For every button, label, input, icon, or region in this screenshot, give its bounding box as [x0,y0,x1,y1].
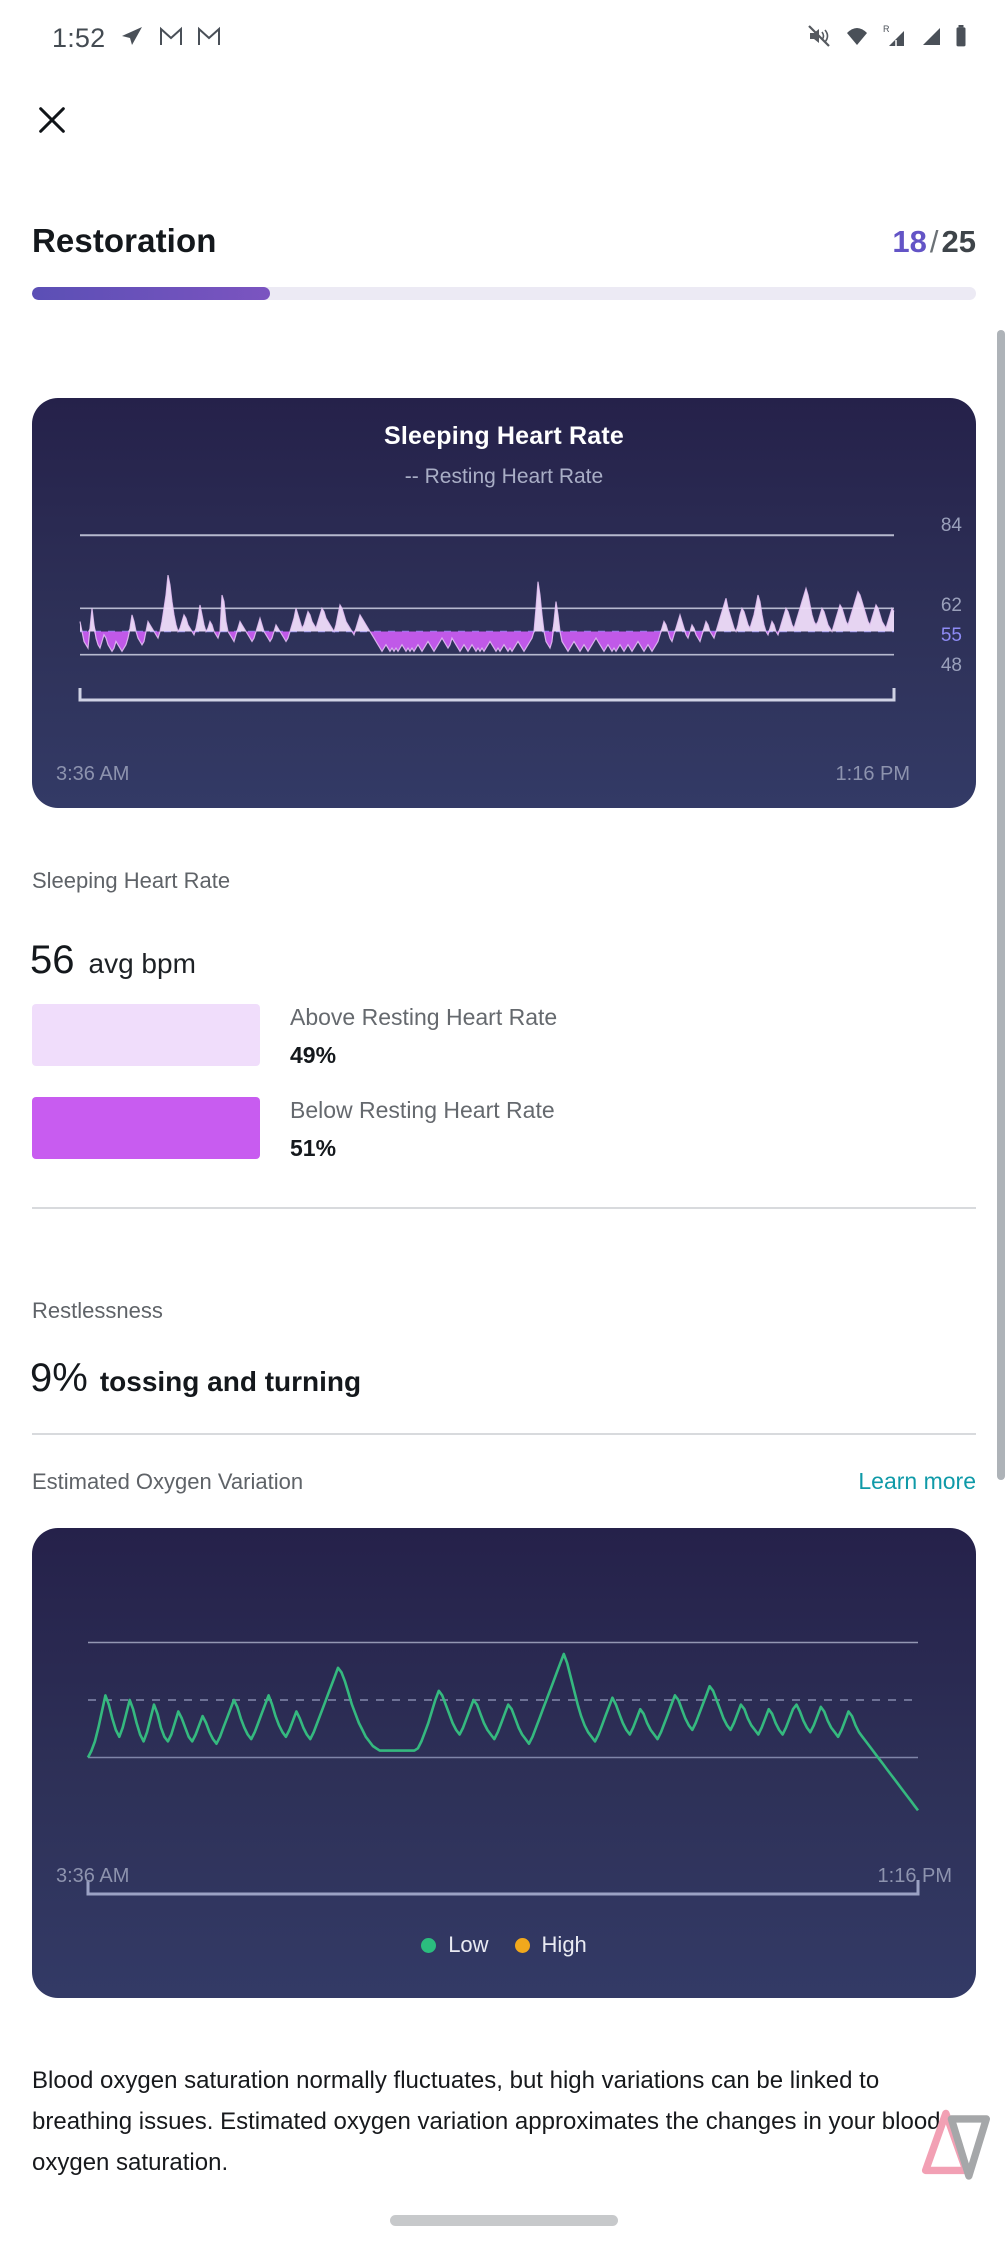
oxygen-legend-label-high: High [541,1932,587,1957]
oxygen-label: Estimated Oxygen Variation [32,1469,304,1494]
top-app-bar [0,94,1008,164]
counter-separator: / [929,224,939,259]
svg-text:R: R [883,24,890,34]
hr-legend-swatch-below [32,1097,260,1159]
oxygen-time-start: 3:36 AM [56,1865,130,1887]
page-header: Restoration 18/25 [0,222,1008,260]
oxygen-header-row: Estimated Oxygen Variation Learn more [32,1468,976,1495]
hr-plot-area [78,534,896,702]
wifi-icon [843,24,871,53]
hr-time-start: 3:36 AM [56,763,130,785]
oxygen-description: Blood oxygen saturation normally fluctua… [32,2067,941,2176]
counter-total: 25 [941,224,976,259]
sleeping-heart-rate-chart-card: Sleeping Heart Rate -- Resting Heart Rat… [32,398,976,808]
restlessness-caption: tossing and turning [99,1366,362,1397]
status-bar-right: R [806,23,968,54]
oxygen-legend: Low High [32,1932,976,1958]
oxygen-legend-item-high: High [514,1932,587,1958]
hr-avg-unit: avg bpm [88,948,196,979]
gesture-navigation-bar[interactable] [390,2215,618,2226]
hr-legend-item-above: Above Resting Heart Rate 49% [32,1004,557,1069]
restlessness-label: Restlessness [32,1298,163,1323]
hr-legend-item-below: Below Resting Heart Rate 51% [32,1097,555,1162]
mute-icon [806,24,832,53]
oxygen-legend-item-low: Low [421,1932,489,1958]
battery-icon [954,24,968,53]
hr-legend-text-below: Below Resting Heart Rate 51% [290,1097,555,1162]
hr-legend-name-above: Above Resting Heart Rate [290,1004,558,1030]
restlessness-value-row: 9% tossing and turning [30,1356,361,1401]
hr-axis-resting: 55 [940,625,962,646]
hr-summary-value-row: 56 avg bpm [30,938,196,983]
restlessness-label-row: Restlessness [32,1298,163,1324]
progress-bar [32,287,976,300]
hr-axis-upper: 62 [940,595,962,616]
close-icon [35,103,69,142]
hr-summary-label: Sleeping Heart Rate [32,868,231,893]
gmail-icon [159,25,183,52]
close-button[interactable] [24,94,80,150]
low-dot-icon [421,1937,437,1953]
telegram-icon [119,24,145,53]
oxygen-variation-chart-card: 3:36 AM 1:16 PM Low High [32,1528,976,1998]
hr-avg-value: 56 [30,938,75,982]
status-time: 1:52 [52,22,106,53]
status-bar: 1:52 R [0,0,1008,76]
hr-time-end: 1:16 PM [835,763,910,785]
high-dot-icon [514,1937,530,1953]
watermark-logo [898,2098,990,2184]
hr-axis-top: 84 [940,515,962,536]
divider-restlessness-oxygen [32,1433,976,1435]
progress-counter: 18/25 [892,224,976,260]
learn-more-link[interactable]: Learn more [858,1468,976,1495]
gmail-icon [197,25,221,52]
status-bar-left: 1:52 [52,23,221,54]
hr-legend-value-above: 49% [290,1042,337,1068]
progress-bar-fill [32,287,270,300]
oxygen-legend-label-low: Low [448,1932,489,1957]
hr-summary-label-row: Sleeping Heart Rate [32,868,230,894]
hr-axis-lower: 48 [940,655,962,676]
hr-legend-value-below: 51% [290,1135,337,1161]
hr-legend-name-below: Below Resting Heart Rate [290,1097,555,1123]
signal-icon [919,24,943,53]
counter-current: 18 [892,224,927,259]
divider-hr-restlessness [32,1207,976,1209]
oxygen-time-end: 1:16 PM [877,1865,952,1887]
roaming-signal-icon: R [882,23,908,54]
hr-legend-swatch-above [32,1004,260,1066]
hr-legend-text-above: Above Resting Heart Rate 49% [290,1004,557,1069]
page-title: Restoration [32,222,217,259]
scrollbar-thumb[interactable] [997,330,1005,1480]
restlessness-value: 9% [30,1356,88,1400]
oxygen-plot-area [86,1641,920,1896]
